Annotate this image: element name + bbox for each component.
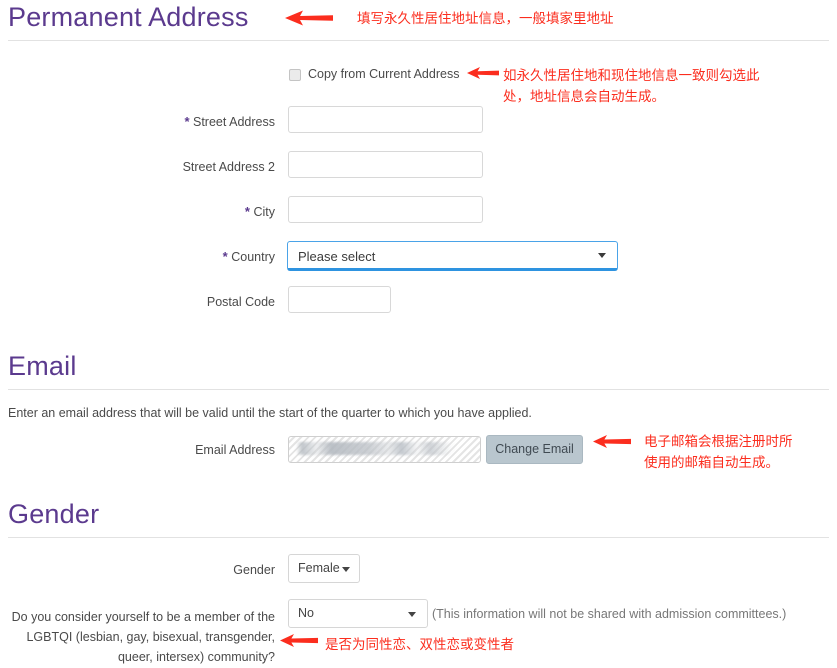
arrow-icon-copy-checkbox (466, 66, 500, 80)
chevron-down-icon-gender (342, 567, 350, 572)
divider-permanent (8, 40, 829, 41)
country-select-value: Please select (298, 249, 376, 264)
email-heading: Email (8, 351, 77, 381)
email-address-input (288, 436, 481, 463)
gender-heading: Gender (8, 499, 100, 529)
chevron-down-icon-lgbtqi (408, 612, 416, 617)
street-address-2-label: Street Address 2 (182, 160, 275, 174)
divider-gender (8, 537, 829, 538)
form-page: Permanent Address 填写永久性居住地址信息，一般填家里地址 Co… (0, 0, 837, 668)
annotation-email: 电子邮箱会根据注册时所 使用的邮箱自动生成。 (644, 434, 793, 470)
arrow-icon-lgbtqi (279, 633, 319, 648)
country-select[interactable]: Please select (287, 241, 618, 271)
postal-code-input[interactable] (288, 286, 391, 313)
lgbtqi-question-label: Do you consider yourself to be a member … (11, 610, 275, 664)
divider-email (8, 389, 829, 390)
copy-from-current-address-checkbox[interactable] (289, 69, 301, 81)
annotation-copy-checkbox: 如永久性居住地和现住地信息一致则勾选此 处，地址信息会自动生成。 (503, 68, 760, 104)
country-label: * Country (222, 249, 275, 264)
chevron-down-icon-country (598, 253, 606, 258)
street-address-input[interactable] (288, 106, 483, 133)
city-input[interactable] (288, 196, 483, 223)
street-address-label: * Street Address (184, 114, 275, 129)
permanent-address-heading: Permanent Address (8, 2, 249, 32)
arrow-icon-email (592, 434, 632, 449)
required-star-country: * (222, 249, 228, 264)
gender-select-value: Female (298, 561, 340, 575)
annotation-lgbtqi: 是否为同性恋、双性恋或变性者 (325, 637, 514, 652)
lgbtqi-select-value: No (298, 606, 314, 620)
gender-field-label: Gender (233, 563, 275, 577)
street-address-2-input[interactable] (288, 151, 483, 178)
lgbtqi-privacy-note: (This information will not be shared wit… (432, 607, 787, 621)
email-helper-text: Enter an email address that will be vali… (8, 406, 532, 420)
required-star-street-address: * (184, 114, 190, 129)
postal-code-label: Postal Code (206, 295, 275, 309)
email-redaction-overlay (296, 442, 456, 455)
required-star-city: * (244, 204, 250, 219)
annotation-permanent-address: 填写永久性居住地址信息，一般填家里地址 (357, 11, 614, 26)
gender-select[interactable]: Female (288, 554, 360, 583)
lgbtqi-select[interactable]: No (288, 599, 428, 628)
email-address-label: Email Address (195, 443, 275, 457)
city-label: * City (244, 204, 275, 219)
arrow-icon-permanent (283, 9, 335, 27)
change-email-button[interactable]: Change Email (486, 435, 583, 464)
copy-from-current-address-label[interactable]: Copy from Current Address (308, 67, 459, 81)
